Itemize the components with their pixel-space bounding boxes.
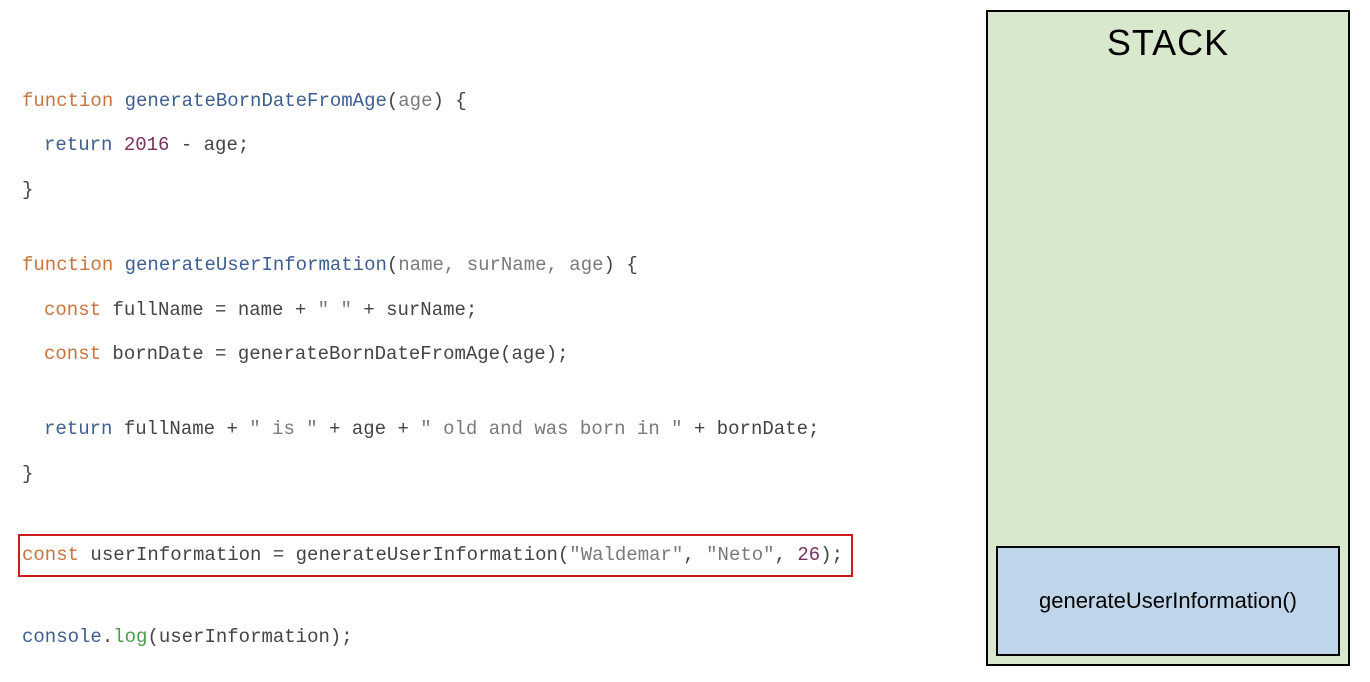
- blank-line: [22, 219, 853, 250]
- code-line-6: const bornDate = generateBornDateFromAge…: [22, 339, 853, 369]
- code-line-8: }: [22, 459, 853, 489]
- code-line-4: function generateUserInformation(name, s…: [22, 250, 853, 280]
- call-stack-panel: STACK generateUserInformation(): [986, 10, 1350, 666]
- stack-title: STACK: [1107, 22, 1229, 64]
- code-line-10: console.log(userInformation);: [22, 622, 853, 652]
- code-line-5: const fullName = name + " " + surName;: [22, 295, 853, 325]
- stack-frame: generateUserInformation(): [996, 546, 1340, 656]
- code-area: function generateBornDateFromAge(age) { …: [22, 86, 853, 666]
- blank-line: [22, 503, 853, 534]
- code-line-7: return fullName + " is " + age + " old a…: [22, 414, 853, 444]
- blank-line: [22, 591, 853, 622]
- highlighted-execution-line: const userInformation = generateUserInfo…: [18, 534, 853, 576]
- code-line-3: }: [22, 175, 853, 205]
- blank-line: [22, 383, 853, 414]
- code-line-2: return 2016 - age;: [22, 130, 853, 160]
- code-line-1: function generateBornDateFromAge(age) {: [22, 86, 853, 116]
